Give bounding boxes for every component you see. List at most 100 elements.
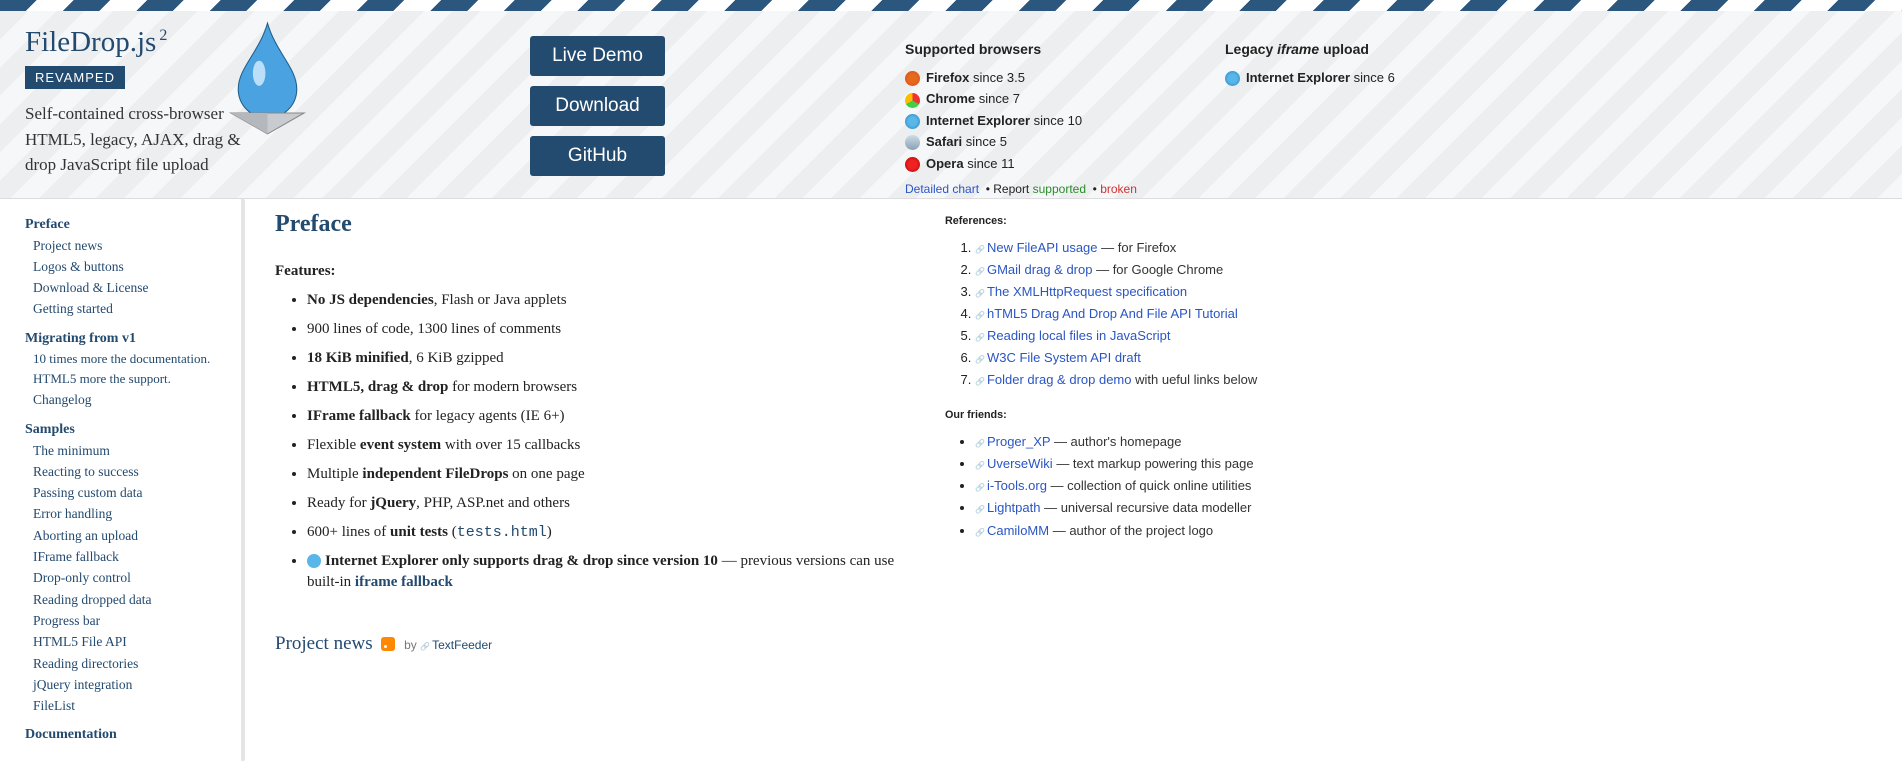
sidebar-item: The minimum bbox=[33, 441, 236, 462]
top-stripe bbox=[0, 0, 1902, 11]
sidebar-link[interactable]: Drop-only control bbox=[33, 570, 131, 585]
feature-item: HTML5, drag & drop for modern browsers bbox=[307, 377, 915, 398]
references-title: References: bbox=[945, 215, 1295, 227]
friends-title: Our friends: bbox=[945, 409, 1295, 421]
main-content: Preface Features: No JS dependencies, Fl… bbox=[275, 211, 915, 737]
reference-link[interactable]: hTML5 Drag And Drop And File API Tutoria… bbox=[975, 306, 1238, 321]
browser-icon bbox=[905, 71, 920, 86]
sidebar-link[interactable]: HTML5 File API bbox=[33, 634, 127, 649]
cta-group: Live Demo Download GitHub bbox=[530, 36, 665, 176]
sidebar-link[interactable]: Logos & buttons bbox=[33, 259, 124, 274]
sidebar-link[interactable]: Project news bbox=[33, 238, 102, 253]
detailed-chart-link[interactable]: Detailed chart bbox=[905, 182, 979, 196]
feature-item: 900 lines of code, 1300 lines of comment… bbox=[307, 319, 915, 340]
logo-icon bbox=[215, 21, 320, 141]
browser-icon bbox=[905, 114, 920, 129]
sidebar-item: Error handling bbox=[33, 504, 236, 525]
sidebar-item: 10 times more the documentation. HTML5 m… bbox=[33, 350, 236, 391]
reference-link[interactable]: W3C File System API draft bbox=[975, 350, 1141, 365]
feature-item: Flexible event system with over 15 callb… bbox=[307, 435, 915, 456]
reference-item: New FileAPI usage — for Firefox bbox=[975, 237, 1295, 259]
reference-link[interactable]: Reading local files in JavaScript bbox=[975, 328, 1171, 343]
browser-icon bbox=[905, 157, 920, 172]
browser-item: Opera since 11 bbox=[905, 153, 1137, 174]
live-demo-button[interactable]: Live Demo bbox=[530, 36, 665, 76]
friend-item: i-Tools.org — collection of quick online… bbox=[975, 475, 1295, 497]
sidebar-section-link[interactable]: Preface bbox=[25, 217, 70, 232]
reference-link[interactable]: Folder drag & drop demo bbox=[975, 372, 1132, 387]
sidebar-link[interactable]: Changelog bbox=[33, 392, 92, 407]
friend-link[interactable]: Lightpath bbox=[975, 500, 1040, 515]
sidebar-link[interactable]: Getting started bbox=[33, 301, 113, 316]
sidebar-section-link[interactable]: Migrating from v1 bbox=[25, 331, 136, 346]
reference-link[interactable]: The XMLHttpRequest specification bbox=[975, 284, 1187, 299]
sidebar-link[interactable]: Aborting an upload bbox=[33, 528, 138, 543]
sidebar-item: Getting started bbox=[33, 299, 236, 320]
sidebar-item: Reading directories bbox=[33, 654, 236, 675]
sidebar-link[interactable]: The minimum bbox=[33, 443, 110, 458]
features-list: No JS dependencies, Flash or Java applet… bbox=[307, 290, 915, 593]
browser-item: Chrome since 7 bbox=[905, 88, 1137, 109]
textfeeder-link[interactable]: TextFeeder bbox=[420, 638, 492, 652]
report-supported-link[interactable]: supported bbox=[1033, 182, 1086, 196]
reference-item: GMail drag & drop — for Google Chrome bbox=[975, 259, 1295, 281]
feature-item: No JS dependencies, Flash or Java applet… bbox=[307, 290, 915, 311]
feature-item: 18 KiB minified, 6 KiB gzipped bbox=[307, 348, 915, 369]
browser-subline: Detailed chart • Report supported • brok… bbox=[905, 182, 1137, 196]
friend-link[interactable]: UverseWiki bbox=[975, 456, 1053, 471]
sidebar-link[interactable]: IFrame fallback bbox=[33, 549, 119, 564]
sidebar-link[interactable]: FileList bbox=[33, 698, 75, 713]
github-button[interactable]: GitHub bbox=[530, 136, 665, 176]
friend-item: Lightpath — universal recursive data mod… bbox=[975, 497, 1295, 519]
friend-link[interactable]: CamiloMM bbox=[975, 523, 1049, 538]
feature-item: 600+ lines of unit tests (tests.html) bbox=[307, 522, 915, 543]
friend-item: Proger_XP — author's homepage bbox=[975, 431, 1295, 453]
sidebar-link[interactable]: Reading dropped data bbox=[33, 592, 151, 607]
sidebar-section-link[interactable]: Samples bbox=[25, 422, 75, 437]
browser-item: Internet Explorer since 6 bbox=[1225, 67, 1395, 88]
friend-item: CamiloMM — author of the project logo bbox=[975, 520, 1295, 542]
sidebar-link[interactable]: jQuery integration bbox=[33, 677, 132, 692]
section-title-news: Project news by TextFeeder bbox=[275, 633, 915, 655]
sidebar-link[interactable]: Passing custom data bbox=[33, 485, 143, 500]
reference-link[interactable]: GMail drag & drop bbox=[975, 262, 1092, 277]
sidebar-link[interactable]: Download & License bbox=[33, 280, 148, 295]
revamped-badge: REVAMPED bbox=[25, 66, 125, 89]
browser-icon bbox=[905, 93, 920, 108]
reference-item: W3C File System API draft bbox=[975, 347, 1295, 369]
sidebar-link[interactable]: Error handling bbox=[33, 506, 112, 521]
report-broken-link[interactable]: broken bbox=[1100, 182, 1137, 196]
sidebar-item: Aborting an upload bbox=[33, 526, 236, 547]
sidebar-item: Passing custom data bbox=[33, 483, 236, 504]
header: FileDrop.js2 REVAMPED Self-contained cro… bbox=[0, 11, 1902, 199]
version-superscript: 2 bbox=[159, 27, 167, 44]
legacy-browsers: Legacy iframe upload Internet Explorer s… bbox=[1225, 41, 1395, 88]
friend-link[interactable]: i-Tools.org bbox=[975, 478, 1047, 493]
sidebar-item: Progress bar bbox=[33, 611, 236, 632]
feature-item: Internet Explorer only supports drag & d… bbox=[307, 551, 915, 593]
sidebar-item: Drop-only control bbox=[33, 568, 236, 589]
sidebar-item: Changelog bbox=[33, 390, 236, 411]
reference-link[interactable]: New FileAPI usage bbox=[975, 240, 1098, 255]
browser-icon bbox=[905, 135, 920, 150]
sidebar-link[interactable]: Reacting to success bbox=[33, 464, 139, 479]
download-button[interactable]: Download bbox=[530, 86, 665, 126]
rss-icon[interactable] bbox=[381, 637, 395, 651]
sidebar-link[interactable]: Reading directories bbox=[33, 656, 138, 671]
sidebar-item: Logos & buttons bbox=[33, 257, 236, 278]
sidebar-link[interactable]: Progress bar bbox=[33, 613, 100, 628]
friend-item: UverseWiki — text markup powering this p… bbox=[975, 453, 1295, 475]
sidebar-section-link[interactable]: Documentation bbox=[25, 727, 117, 742]
legacy-title: Legacy iframe upload bbox=[1225, 41, 1395, 57]
browser-item: Safari since 5 bbox=[905, 131, 1137, 152]
supported-title: Supported browsers bbox=[905, 41, 1137, 57]
browser-item: Internet Explorer since 10 bbox=[905, 110, 1137, 131]
friend-link[interactable]: Proger_XP bbox=[975, 434, 1050, 449]
feature-item: IFrame fallback for legacy agents (IE 6+… bbox=[307, 406, 915, 427]
reference-item: The XMLHttpRequest specification bbox=[975, 281, 1295, 303]
sidebar-item: Reading dropped data bbox=[33, 590, 236, 611]
reference-item: hTML5 Drag And Drop And File API Tutoria… bbox=[975, 303, 1295, 325]
browser-icon bbox=[1225, 71, 1240, 86]
sidebar-item: Reacting to success bbox=[33, 462, 236, 483]
feature-item: Multiple independent FileDrops on one pa… bbox=[307, 464, 915, 485]
